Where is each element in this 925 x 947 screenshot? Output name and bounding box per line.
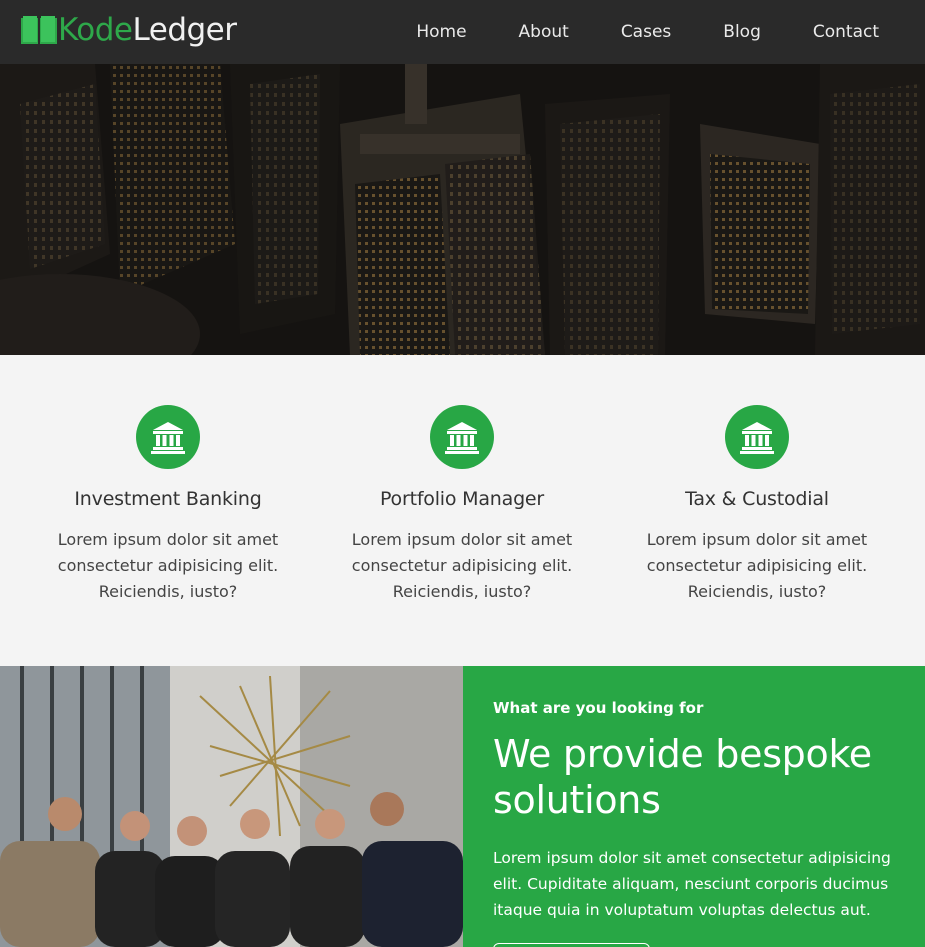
brand-name: KodeLedger [58,12,237,48]
book-icon [21,16,57,44]
team-illustration [0,666,463,947]
nav-blog[interactable]: Blog [723,22,761,42]
promo-kicker: What are you looking for [493,699,704,717]
service-description: Lorem ipsum dolor sit amet consectetur a… [646,530,868,601]
nav-home[interactable]: Home [416,22,466,42]
service-title: Portfolio Manager [379,488,545,510]
service-description: Lorem ipsum dolor sit amet consectetur a… [57,530,279,601]
service-icon-badge [136,405,200,469]
brand-name-part1: Kode [58,12,133,48]
service-title: Tax & Custodial [685,488,829,510]
service-investment-banking: Investment Banking Lorem ipsum dolor sit… [18,405,318,605]
service-title: Investment Banking [74,488,262,510]
main-menu: Home About Cases Blog Contact [364,0,879,64]
service-description: Lorem ipsum dolor sit amet consectetur a… [351,530,573,601]
hero-city-image [0,64,925,355]
service-icon-badge [430,405,494,469]
promo-panel: What are you looking for We provide besp… [463,666,925,947]
nav-cases[interactable]: Cases [621,22,671,42]
team-photo [0,666,463,947]
bank-icon [445,422,479,454]
about-section: What are you looking for We provide besp… [0,666,925,947]
service-tax-custodial: Tax & Custodial Lorem ipsum dolor sit am… [607,405,907,605]
city-skyline-illustration [0,64,925,355]
service-portfolio-manager: Portfolio Manager Lorem ipsum dolor sit … [312,405,612,605]
nav-contact[interactable]: Contact [813,22,879,42]
service-icon-badge [725,405,789,469]
bank-icon [151,422,185,454]
brand-name-part2: Ledger [132,12,237,48]
promo-text: Lorem ipsum dolor sit amet consectetur a… [493,849,891,919]
promo-button[interactable] [493,943,650,947]
site-header: KodeLedger Home About Cases Blog Contact [0,0,925,64]
services-section: Investment Banking Lorem ipsum dolor sit… [0,355,925,666]
brand-logo[interactable]: KodeLedger [20,12,237,48]
nav-about[interactable]: About [519,22,569,42]
promo-heading: We provide bespoke solutions [493,732,872,822]
bank-icon [740,422,774,454]
